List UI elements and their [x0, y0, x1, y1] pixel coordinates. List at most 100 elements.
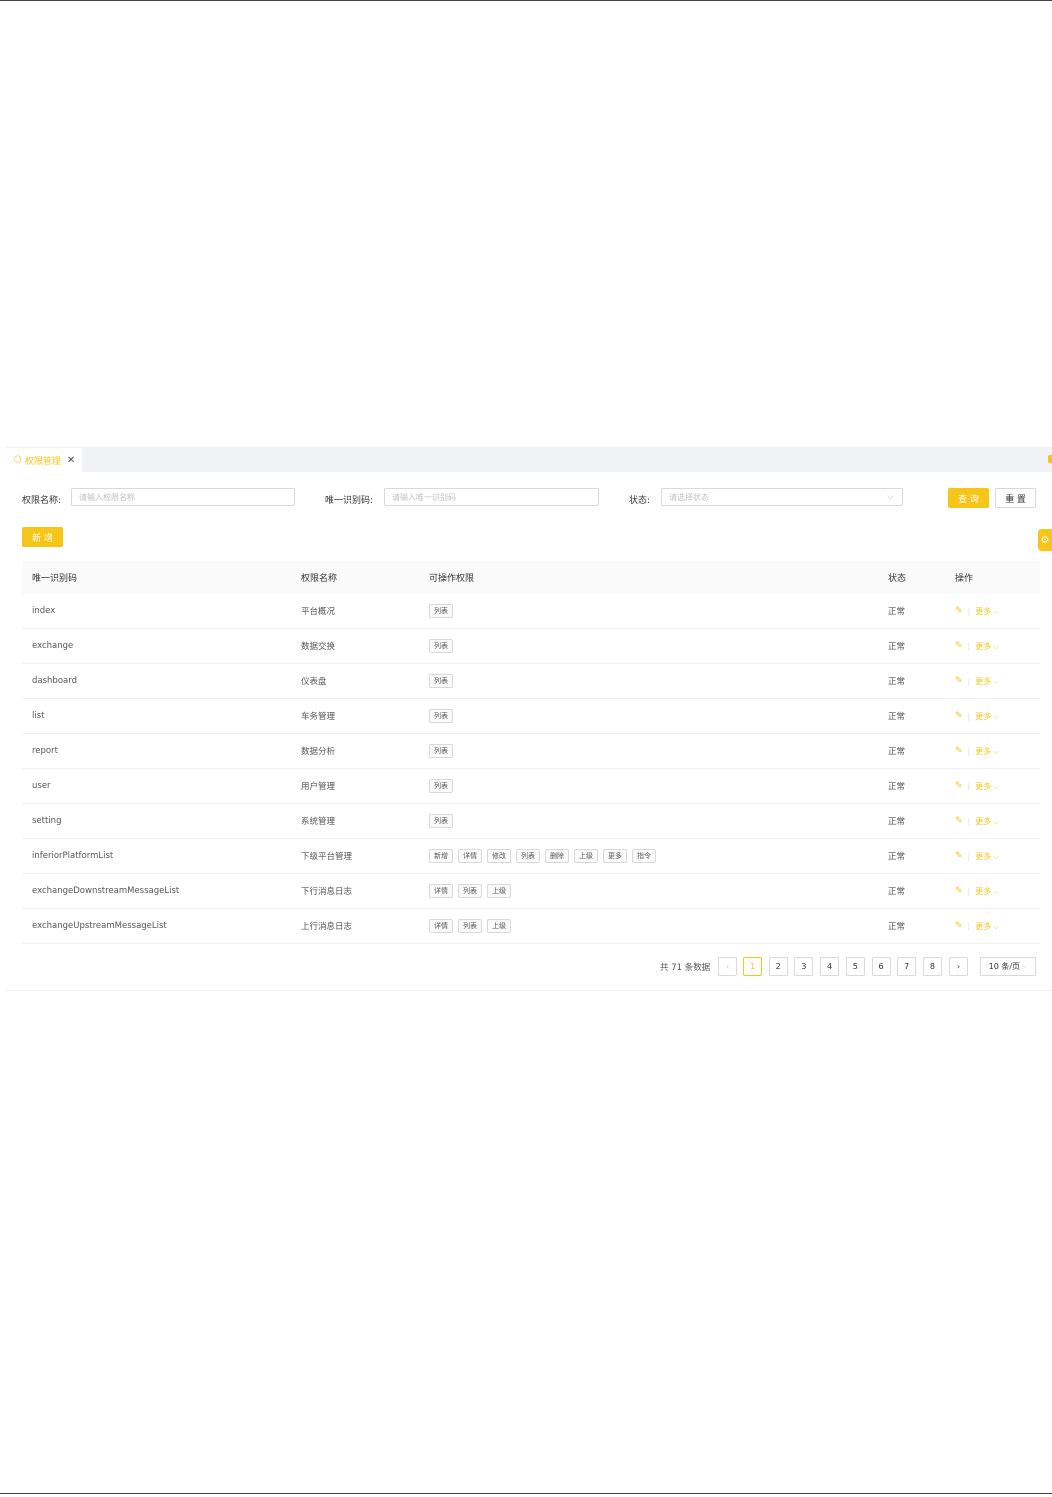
row-unique-code: report	[32, 746, 58, 756]
tab-label: 权限管理	[24, 456, 61, 467]
more-actions-link[interactable]: 更多 ⌵	[975, 886, 998, 897]
chevron-left-icon: ‹	[725, 962, 730, 971]
unique-code-input[interactable]: 请输入唯一识别码	[384, 488, 599, 506]
close-icon[interactable]: ✕	[67, 455, 75, 466]
row-permission-tags: 列表	[429, 734, 458, 768]
table-row: exchange 数据交换 列表 正常 ✎ | 更多 ⌵	[22, 629, 1040, 664]
action-divider: |	[967, 606, 971, 616]
permission-tag: 新增	[429, 849, 453, 863]
tab-permission-management[interactable]: ⬡ 权限管理 ✕	[6, 448, 82, 472]
edit-icon[interactable]: ✎	[955, 676, 963, 686]
row-permission-name: 下行消息日志	[301, 887, 353, 897]
edit-icon[interactable]: ✎	[955, 781, 963, 791]
permission-name-input[interactable]: 请输入权限名称	[71, 488, 295, 506]
table-row: index 平台概况 列表 正常 ✎ | 更多 ⌵	[22, 594, 1040, 629]
page-number-button[interactable]: 6	[871, 957, 891, 976]
row-permission-tags: 新增 详情 修改 列表 删除 上级 更多 指令	[429, 839, 661, 873]
row-status: 正常	[888, 607, 906, 617]
page-bottom-rule	[0, 1493, 1052, 1494]
permission-tag: 上级	[487, 884, 511, 898]
permission-tag: 列表	[429, 709, 453, 723]
more-actions-link[interactable]: 更多 ⌵	[975, 816, 998, 827]
reset-button[interactable]: 重 置	[995, 488, 1036, 508]
page-number-button[interactable]: 4	[820, 957, 840, 976]
row-permission-tags: 列表	[429, 629, 458, 663]
permission-tag: 删除	[545, 849, 569, 863]
permission-tag: 修改	[487, 849, 511, 863]
chevron-down-icon: ⌵	[993, 817, 999, 826]
add-button[interactable]: 新 增	[22, 527, 63, 547]
row-unique-code: exchange	[32, 641, 74, 651]
row-status: 正常	[888, 817, 906, 827]
row-permission-name: 车务管理	[301, 712, 336, 722]
more-label: 更多	[975, 921, 992, 931]
table-row: exchangeDownstreamMessageList 下行消息日志 详情 列表上…	[22, 874, 1040, 909]
page-number-button[interactable]: 5	[845, 957, 865, 976]
row-unique-code: user	[32, 781, 51, 791]
more-label: 更多	[975, 851, 992, 861]
more-actions-link[interactable]: 更多 ⌵	[975, 676, 998, 687]
edit-icon[interactable]: ✎	[955, 921, 963, 931]
edit-icon[interactable]: ✎	[955, 641, 963, 651]
edit-icon[interactable]: ✎	[955, 886, 963, 896]
more-actions-link[interactable]: 更多 ⌵	[975, 746, 998, 757]
next-page-button[interactable]: ›	[949, 957, 968, 976]
more-actions-link[interactable]: 更多 ⌵	[975, 921, 998, 932]
status-select-placeholder: 请选择状态	[669, 493, 709, 502]
more-actions-link[interactable]: 更多 ⌵	[975, 781, 998, 792]
more-label: 更多	[975, 816, 992, 826]
query-button[interactable]: 查 询	[948, 488, 989, 508]
more-actions-link[interactable]: 更多 ⌵	[975, 606, 998, 617]
row-permission-name: 仪表盘	[301, 677, 327, 687]
table-row: setting 系统管理 列表 正常 ✎ | 更多 ⌵	[22, 804, 1040, 839]
chevron-down-icon: ⌵	[1022, 962, 1028, 970]
page-size-select[interactable]: 10 条/页 ⌵	[980, 957, 1036, 976]
table-row: list 车务管理 列表 正常 ✎ | 更多 ⌵	[22, 699, 1040, 734]
page-number-button[interactable]: 2	[768, 957, 788, 976]
settings-drawer-handle[interactable]: ⚙	[1038, 529, 1052, 551]
row-actions: ✎ | 更多 ⌵	[955, 769, 999, 803]
table-row: dashboard 仪表盘 列表 正常 ✎ | 更多 ⌵	[22, 664, 1040, 699]
row-permission-tags: 列表	[429, 594, 458, 628]
page-number-button[interactable]: 1	[743, 957, 762, 976]
row-actions: ✎ | 更多 ⌵	[955, 734, 999, 768]
header-permission-name: 权限名称	[301, 574, 338, 584]
page-top-rule	[0, 0, 1052, 1]
table-row: user 用户管理 列表 正常 ✎ | 更多 ⌵	[22, 769, 1040, 804]
edit-icon[interactable]: ✎	[955, 851, 963, 861]
chevron-down-icon: ⌵	[993, 607, 999, 616]
more-label: 更多	[975, 606, 992, 616]
code-filter-label: 唯一识别码:	[325, 496, 374, 506]
edit-icon[interactable]: ✎	[955, 606, 963, 616]
permission-tag: 详情	[458, 849, 482, 863]
row-actions: ✎ | 更多 ⌵	[955, 699, 999, 733]
prev-page-button[interactable]: ‹	[718, 957, 737, 976]
action-divider: |	[967, 851, 971, 861]
more-actions-link[interactable]: 更多 ⌵	[975, 851, 998, 862]
more-actions-link[interactable]: 更多 ⌵	[975, 711, 998, 722]
page-number-button[interactable]: 3	[794, 957, 814, 976]
chevron-down-icon: ⌵	[993, 887, 999, 896]
permission-table: 唯一识别码 权限名称 可操作权限 状态 操作 index 平台概况 列表 正常 ✎ | 更多…	[22, 561, 1040, 944]
row-permission-tags: 详情 列表 上级	[429, 874, 516, 908]
status-select[interactable]: 请选择状态 ⌵	[661, 488, 903, 506]
table-header: 唯一识别码 权限名称 可操作权限 状态 操作	[22, 561, 1040, 594]
page-number-button[interactable]: 8	[922, 957, 942, 976]
permission-tag: 列表	[458, 919, 482, 933]
more-actions-link[interactable]: 更多 ⌵	[975, 641, 998, 652]
edit-icon[interactable]: ✎	[955, 816, 963, 826]
action-divider: |	[967, 816, 971, 826]
edit-icon[interactable]: ✎	[955, 746, 963, 756]
page-number-button[interactable]: 7	[897, 957, 917, 976]
edit-icon[interactable]: ✎	[955, 711, 963, 721]
header-status: 状态	[888, 574, 907, 584]
row-status: 正常	[888, 712, 906, 722]
table-row: inferiorPlatformList 下级平台管理 新增 详情 修改 列表 删除 上级 更多…	[22, 839, 1040, 874]
chevron-down-icon: ⌵	[993, 677, 999, 686]
row-status: 正常	[888, 677, 906, 687]
chevron-right-icon: ›	[956, 962, 961, 971]
row-status: 正常	[888, 852, 906, 862]
action-divider: |	[967, 781, 971, 791]
chevron-down-icon: ⌵	[993, 712, 999, 721]
row-permission-name: 平台概况	[301, 607, 336, 617]
